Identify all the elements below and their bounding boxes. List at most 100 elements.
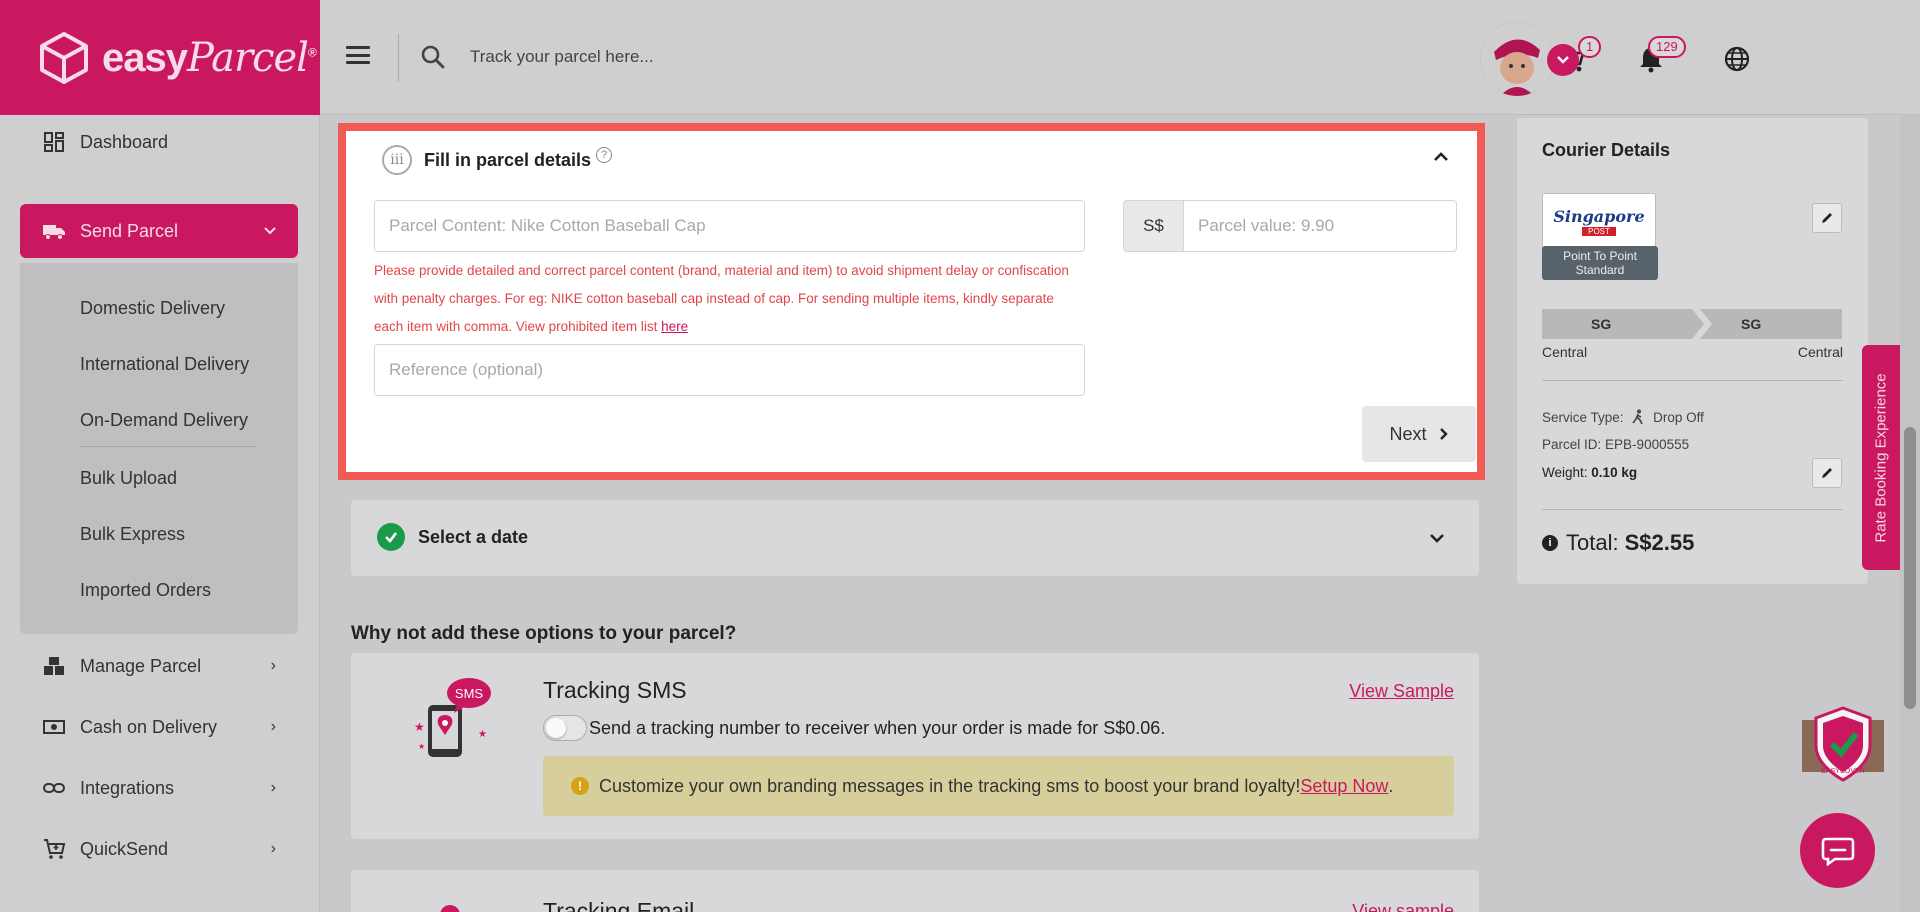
reference-field[interactable] <box>374 344 1085 396</box>
parcel-id-row: Parcel ID: EPB-9000555 <box>1542 437 1690 452</box>
divider <box>1542 380 1843 381</box>
easycover-shield-icon[interactable]: EASYCOVER <box>1800 706 1886 786</box>
globe-icon[interactable] <box>1722 44 1752 74</box>
rate-tab-label: Rate Booking Experience <box>1872 372 1890 543</box>
tracking-sms-description: Send a tracking number to receiver when … <box>589 718 1166 738</box>
to-region: Central <box>1797 344 1843 360</box>
section-title: Fill in parcel details <box>424 149 592 170</box>
sidebar-item-label: QuickSend <box>80 838 169 859</box>
sidebar-item-label: Dashboard <box>80 131 169 152</box>
box-logo-icon <box>40 31 88 84</box>
scrollbar[interactable] <box>1900 115 1920 912</box>
sidebar-subitem-international[interactable]: International Delivery <box>80 354 249 375</box>
chevron-right-icon: › <box>270 657 276 674</box>
email-pin-icon <box>440 905 460 912</box>
dashboard-icon <box>44 132 64 152</box>
currency-label: S$ <box>1123 200 1184 252</box>
sidebar-subitem-imported-orders[interactable]: Imported Orders <box>80 580 211 601</box>
content-warning: Please provide detailed and correct parc… <box>374 263 1069 334</box>
send-parcel-submenu: Domestic Delivery International Delivery… <box>20 263 298 634</box>
setup-now-link[interactable]: Setup Now <box>1300 776 1388 797</box>
sidebar-item-integrations[interactable]: Integrations › <box>20 761 298 815</box>
help-icon[interactable]: ? <box>596 147 613 163</box>
edit-weight-button[interactable] <box>1812 458 1842 488</box>
sidebar-item-manage-parcel[interactable]: Manage Parcel › <box>20 639 298 693</box>
tracking-sms-toggle[interactable] <box>543 715 587 741</box>
user-avatar[interactable] <box>1480 22 1554 96</box>
chevron-right-icon: › <box>270 840 276 857</box>
sidebar-item-label: Send Parcel <box>80 220 179 241</box>
boxes-icon <box>44 657 64 675</box>
cart-count-badge: 1 <box>1578 36 1602 58</box>
chevron-up-icon[interactable] <box>1433 149 1449 165</box>
pencil-icon <box>1822 213 1832 223</box>
walking-person-icon <box>1632 409 1644 425</box>
sidebar-subitem-bulk-upload[interactable]: Bulk Upload <box>80 468 177 489</box>
notification-count-badge: 129 <box>1648 36 1686 58</box>
chat-button[interactable] <box>1800 813 1875 888</box>
sidebar-item-label: Integrations <box>80 777 175 798</box>
view-sample-link[interactable]: View sample <box>1352 901 1454 912</box>
chevron-down-icon <box>1557 56 1569 64</box>
from-country-code: SG <box>1591 316 1612 332</box>
parcel-content-input[interactable] <box>389 201 1084 251</box>
track-parcel-input[interactable] <box>470 40 970 74</box>
sidebar-item-dashboard[interactable]: Dashboard <box>20 115 298 169</box>
panel-title: Courier Details <box>1542 140 1671 160</box>
divider <box>1542 509 1843 510</box>
truck-icon <box>43 225 65 240</box>
options-heading: Why not add these options to your parcel… <box>351 623 737 644</box>
section-title: Select a date <box>418 527 529 547</box>
top-bar: 1 129 <box>320 0 1920 115</box>
brand-logo[interactable]: easyParcel® <box>0 0 320 115</box>
cash-icon <box>43 720 65 734</box>
svg-text:★: ★ <box>418 742 425 751</box>
rate-booking-experience-tab[interactable]: Rate Booking Experience <box>1862 345 1900 570</box>
sidebar-item-label: Manage Parcel <box>80 655 202 676</box>
chevron-right-icon: › <box>270 779 276 796</box>
chevron-down-icon <box>264 227 276 235</box>
parcel-value-input[interactable] <box>1198 201 1456 251</box>
edit-courier-button[interactable] <box>1812 203 1842 233</box>
svg-text:★: ★ <box>414 720 425 734</box>
sidebar-item-label: Cash on Delivery <box>80 716 218 737</box>
view-sample-link[interactable]: View Sample <box>1349 681 1454 702</box>
parcel-content-field[interactable] <box>374 200 1085 252</box>
sidebar-subitem-on-demand[interactable]: On-Demand Delivery <box>80 410 248 431</box>
promo-text: Customize your own branding messages in … <box>599 775 1301 796</box>
courier-details-panel: Courier Details Singapore POST Point To … <box>1517 118 1868 584</box>
parcel-details-header[interactable]: iii Fill in parcel details ? <box>382 145 613 175</box>
divider <box>398 34 399 82</box>
sidebar-subitem-bulk-express[interactable]: Bulk Express <box>80 524 185 545</box>
link-icon <box>43 783 65 793</box>
weight-row: Weight: 0.10 kg <box>1542 465 1638 480</box>
service-tag: Point To Point Standard <box>1542 246 1658 280</box>
chevron-down-icon[interactable] <box>1429 530 1445 546</box>
sidebar: Dashboard Send Parcel Domestic Delivery … <box>0 115 320 912</box>
tracking-sms-card: SMS ★ ★ ★ Tracking SMS View Sample Send … <box>351 653 1479 839</box>
tracking-email-card: Tracking Email View sample <box>351 870 1479 912</box>
sidebar-item-send-parcel[interactable]: Send Parcel <box>20 204 298 258</box>
next-button[interactable]: Next <box>1362 406 1476 462</box>
account-dropdown-button[interactable] <box>1547 44 1579 76</box>
step-number: iii <box>382 145 412 175</box>
scrollbar-thumb[interactable] <box>1904 427 1916 709</box>
parcel-details-section: iii Fill in parcel details ? S$ Please p… <box>338 123 1485 480</box>
tracking-email-title: Tracking Email <box>543 898 695 912</box>
tracking-sms-title: Tracking SMS <box>543 677 687 703</box>
reference-input[interactable] <box>389 345 1084 395</box>
menu-icon[interactable] <box>346 46 370 64</box>
prohibited-items-link[interactable]: here <box>661 319 688 334</box>
sidebar-item-quicksend[interactable]: QuickSend › <box>20 822 298 876</box>
brand-name: easyParcel® <box>102 34 317 81</box>
select-date-section[interactable]: Select a date <box>351 500 1479 576</box>
info-icon: i <box>1542 535 1558 551</box>
search-icon[interactable] <box>420 44 446 70</box>
sidebar-item-cash-on-delivery[interactable]: Cash on Delivery › <box>20 700 298 754</box>
svg-text:SMS: SMS <box>455 686 484 701</box>
parcel-value-field[interactable] <box>1183 200 1457 252</box>
courier-logo: Singapore POST <box>1542 193 1656 249</box>
next-label: Next <box>1389 423 1427 444</box>
sidebar-subitem-domestic[interactable]: Domestic Delivery <box>80 298 225 319</box>
chevron-right-icon: › <box>270 718 276 735</box>
